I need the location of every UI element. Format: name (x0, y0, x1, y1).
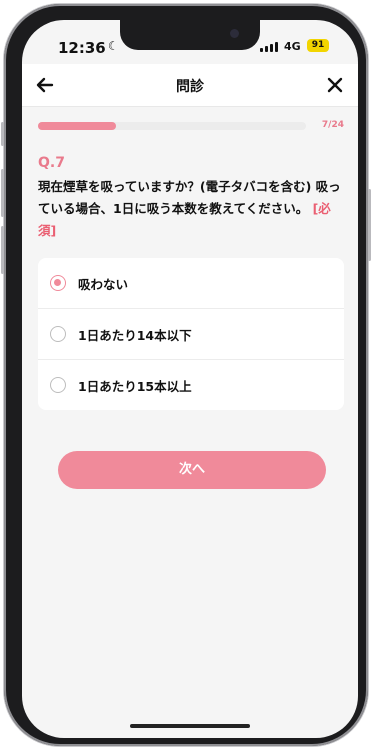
radio[interactable] (50, 377, 66, 393)
status-bar: 12:36 ☾ 4G 91 (22, 30, 358, 57)
home-indicator (130, 724, 250, 728)
option-label: 吸わない (78, 276, 129, 292)
option-1[interactable]: 1日あたり14本以下 (38, 309, 344, 360)
moon-icon: ☾ (108, 39, 119, 53)
option-label: 1日あたり14本以下 (78, 327, 192, 343)
option-label: 1日あたり15本以上 (78, 378, 192, 394)
battery-level: 91 (311, 40, 325, 50)
radio[interactable] (50, 326, 66, 342)
option-2[interactable]: 1日あたり15本以上 (38, 360, 344, 410)
screen: 12:36 ☾ 4G 91 問診 7/24 Q.7 現在煙草を吸っていますか？(… (22, 20, 358, 738)
page-title: 問診 (176, 79, 204, 95)
question-text: 現在煙草を吸っていますか？(電子タバコを含む) 吸っている場合、1日に吸う本数を… (38, 176, 346, 242)
volume-down-button (1, 226, 4, 274)
app-header: 問診 (22, 64, 358, 107)
progress-text: 7/24 (321, 120, 344, 130)
answer-options: 吸わない 1日あたり14本以下 1日あたり15本以上 (38, 258, 344, 410)
next-button[interactable]: 次へ (58, 451, 326, 489)
radio-selected[interactable] (50, 275, 66, 291)
progress-fill (38, 122, 117, 130)
battery-icon: 91 (307, 39, 329, 52)
status-time: 12:36 (58, 39, 106, 57)
power-button (368, 189, 371, 261)
volume-up-button (1, 169, 4, 217)
network-type: 4G (284, 40, 301, 53)
question-number: Q.7 (38, 155, 65, 171)
mute-switch (1, 122, 4, 146)
signal-icon (260, 42, 278, 52)
progress-bar (38, 122, 306, 130)
option-0[interactable]: 吸わない (38, 258, 344, 309)
phone-frame: 12:36 ☾ 4G 91 問診 7/24 Q.7 現在煙草を吸っていますか？(… (1, 4, 371, 746)
close-icon[interactable] (326, 76, 344, 94)
question-body: 現在煙草を吸っていますか？(電子タバコを含む) 吸っている場合、1日に吸う本数を… (38, 179, 341, 216)
